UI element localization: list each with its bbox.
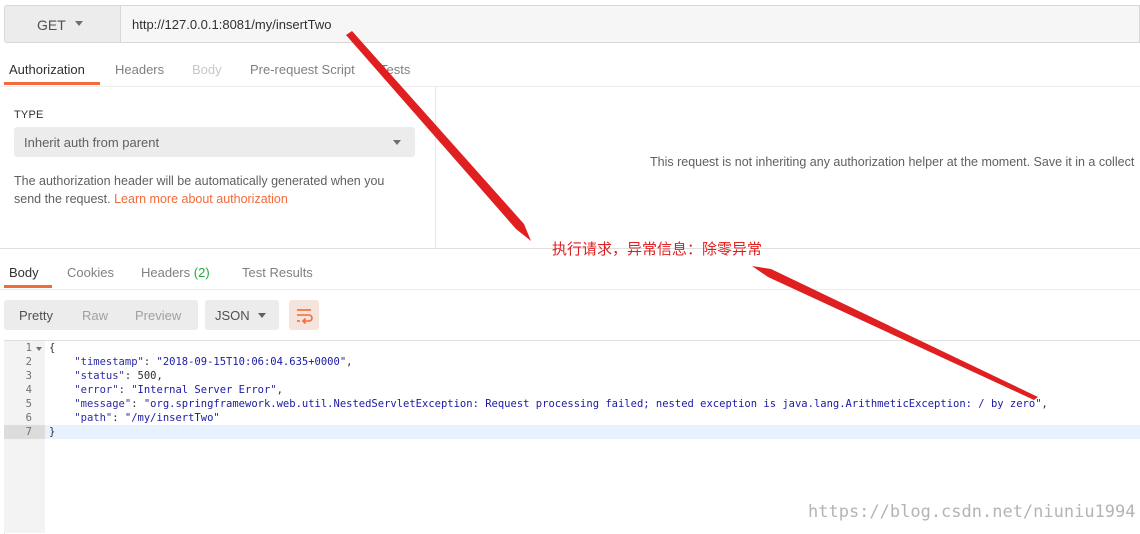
annotation-text: 执行请求，异常信息：除零异常: [552, 240, 763, 258]
annotation-arrow-down: [752, 266, 1038, 400]
annotation-arrows: [346, 31, 1038, 400]
annotation-arrow-up: [346, 31, 531, 241]
watermark: https://blog.csdn.net/niuniu1994: [808, 502, 1136, 522]
